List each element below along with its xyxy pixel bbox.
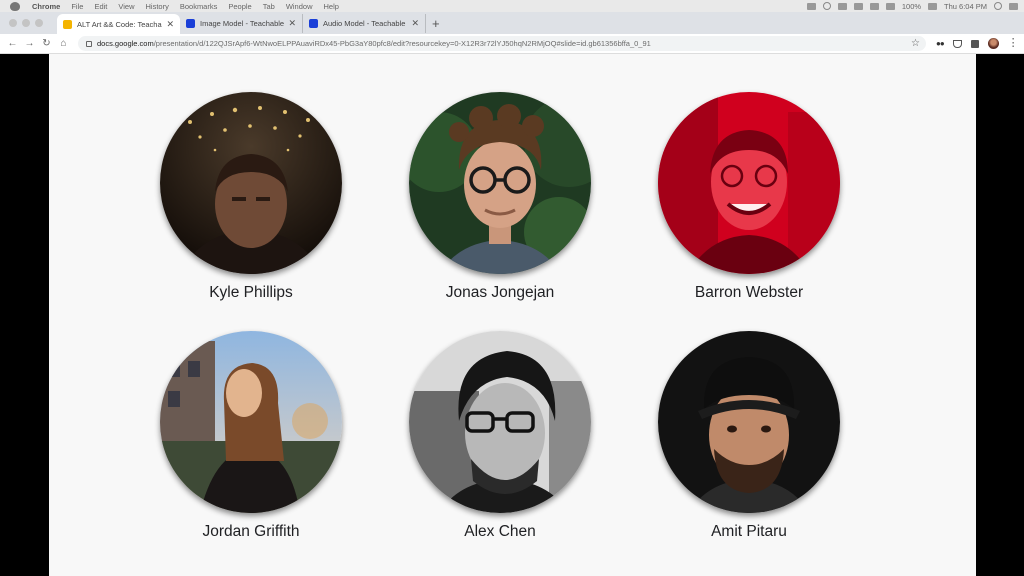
menu-people[interactable]: People xyxy=(228,2,251,11)
profile-avatar[interactable] xyxy=(987,38,999,49)
menu-edit[interactable]: Edit xyxy=(94,2,107,11)
battery-icon[interactable] xyxy=(928,2,938,10)
tab-label: ALT Art && Code: Teachable M xyxy=(77,19,162,29)
close-window-button[interactable] xyxy=(9,19,17,27)
pocket-icon[interactable] xyxy=(952,39,962,48)
portrait-jordan-griffith xyxy=(160,331,342,513)
home-icon[interactable]: ⌂ xyxy=(55,38,72,49)
browser-toolbar: ← → ↻ ⌂ docs.google.com/presentation/d/1… xyxy=(0,34,1024,54)
portrait-barron-webster xyxy=(658,92,840,274)
slides-icon xyxy=(63,19,72,29)
person-card-jordan-griffith: Jordan Griffith xyxy=(160,331,342,541)
battery-status-icon[interactable] xyxy=(806,2,816,10)
menu-view[interactable]: View xyxy=(118,2,134,11)
window-controls xyxy=(9,19,43,27)
portrait-photo xyxy=(658,92,840,274)
portrait-jonas-jongejan xyxy=(409,92,591,274)
url-path: /presentation/d/122QJSrApf6-WtNwoELPPAua… xyxy=(153,39,651,48)
presentation-slide: Kyle Phillips Jonas Jongejan Barron Webs… xyxy=(49,54,976,576)
tab-image-model[interactable]: Image Model - Teachable Mach ✕ xyxy=(180,14,303,33)
portrait-alex-chen xyxy=(409,331,591,513)
person-card-kyle-phillips: Kyle Phillips xyxy=(160,92,342,302)
person-card-jonas-jongejan: Jonas Jongejan xyxy=(409,92,591,302)
portrait-kyle-phillips xyxy=(160,92,342,274)
person-name: Jordan Griffith xyxy=(202,523,300,540)
person-name: Jonas Jongejan xyxy=(445,284,555,301)
menu-bookmarks[interactable]: Bookmarks xyxy=(180,2,218,11)
person-name: Amit Pitaru xyxy=(711,523,787,540)
google-drive-icon[interactable] xyxy=(822,2,831,10)
person-name: Alex Chen xyxy=(464,523,536,540)
tab-art-and-code[interactable]: ALT Art && Code: Teachable M ✕ xyxy=(57,14,180,34)
close-tab-icon[interactable]: ✕ xyxy=(411,18,419,29)
lock-icon[interactable] xyxy=(86,40,92,47)
portrait-photo xyxy=(409,92,591,274)
tab-label: Image Model - Teachable Mach xyxy=(200,19,285,28)
reload-icon[interactable]: ↻ xyxy=(38,38,55,49)
menu-file[interactable]: File xyxy=(71,2,83,11)
menu-bar-status-area: 100% Thu 6:04 PM xyxy=(806,0,1018,12)
portrait-photo xyxy=(409,331,591,513)
extension-dots-icon[interactable]: ●● xyxy=(936,39,945,48)
menu-tab[interactable]: Tab xyxy=(263,2,275,11)
person-card-amit-pitaru: Amit Pitaru xyxy=(658,331,840,541)
menu-history[interactable]: History xyxy=(146,2,169,11)
url-host: docs.google.com xyxy=(97,39,154,48)
battery-percent[interactable]: 100% xyxy=(902,2,921,11)
chrome-menu-icon[interactable]: ⋮ xyxy=(1008,38,1019,49)
back-arrow-icon[interactable]: ← xyxy=(4,38,21,49)
screen-mirroring-icon[interactable] xyxy=(853,2,863,10)
close-tab-icon[interactable]: ✕ xyxy=(288,18,296,29)
tab-label: Audio Model - Teachable Mach xyxy=(323,19,407,28)
apple-icon[interactable] xyxy=(10,1,20,11)
menu-clock[interactable]: Thu 6:04 PM xyxy=(944,2,987,11)
volume-icon[interactable] xyxy=(869,2,879,10)
browser-tab-strip: ALT Art && Code: Teachable M ✕ Image Mod… xyxy=(0,12,1024,34)
person-name: Barron Webster xyxy=(694,284,804,301)
portrait-photo xyxy=(160,92,342,274)
menu-window[interactable]: Window xyxy=(286,2,313,11)
extensions-puzzle-icon[interactable] xyxy=(970,39,979,48)
extension-icons: ●● ⋮ xyxy=(936,38,1019,49)
cloud-icon[interactable] xyxy=(837,2,847,10)
bookmark-star-icon[interactable]: ☆ xyxy=(911,38,920,49)
portrait-photo xyxy=(658,331,840,513)
portrait-photo xyxy=(160,331,342,513)
address-bar[interactable]: docs.google.com/presentation/d/122QJSrAp… xyxy=(78,36,926,51)
menu-help[interactable]: Help xyxy=(324,2,339,11)
close-tab-icon[interactable]: ✕ xyxy=(166,19,174,30)
menu-app-name[interactable]: Chrome xyxy=(32,2,60,11)
new-tab-button[interactable]: + xyxy=(432,16,440,31)
portrait-amit-pitaru xyxy=(658,331,840,513)
tab-audio-model[interactable]: Audio Model - Teachable Mach ✕ xyxy=(303,14,426,33)
teachable-machine-icon xyxy=(309,19,318,28)
url-text[interactable]: docs.google.com/presentation/d/122QJSrAp… xyxy=(97,39,911,48)
minimize-window-button[interactable] xyxy=(22,19,30,27)
person-card-barron-webster: Barron Webster xyxy=(658,92,840,302)
wifi-icon[interactable] xyxy=(885,2,895,10)
person-card-alex-chen: Alex Chen xyxy=(409,331,591,541)
forward-arrow-icon[interactable]: → xyxy=(21,38,38,49)
notification-center-icon[interactable] xyxy=(1009,2,1018,10)
person-name: Kyle Phillips xyxy=(209,284,293,301)
spotlight-search-icon[interactable] xyxy=(994,2,1002,10)
teachable-machine-icon xyxy=(186,19,195,28)
zoom-window-button[interactable] xyxy=(35,19,43,27)
macos-menu-bar: Chrome File Edit View History Bookmarks … xyxy=(0,0,1024,12)
